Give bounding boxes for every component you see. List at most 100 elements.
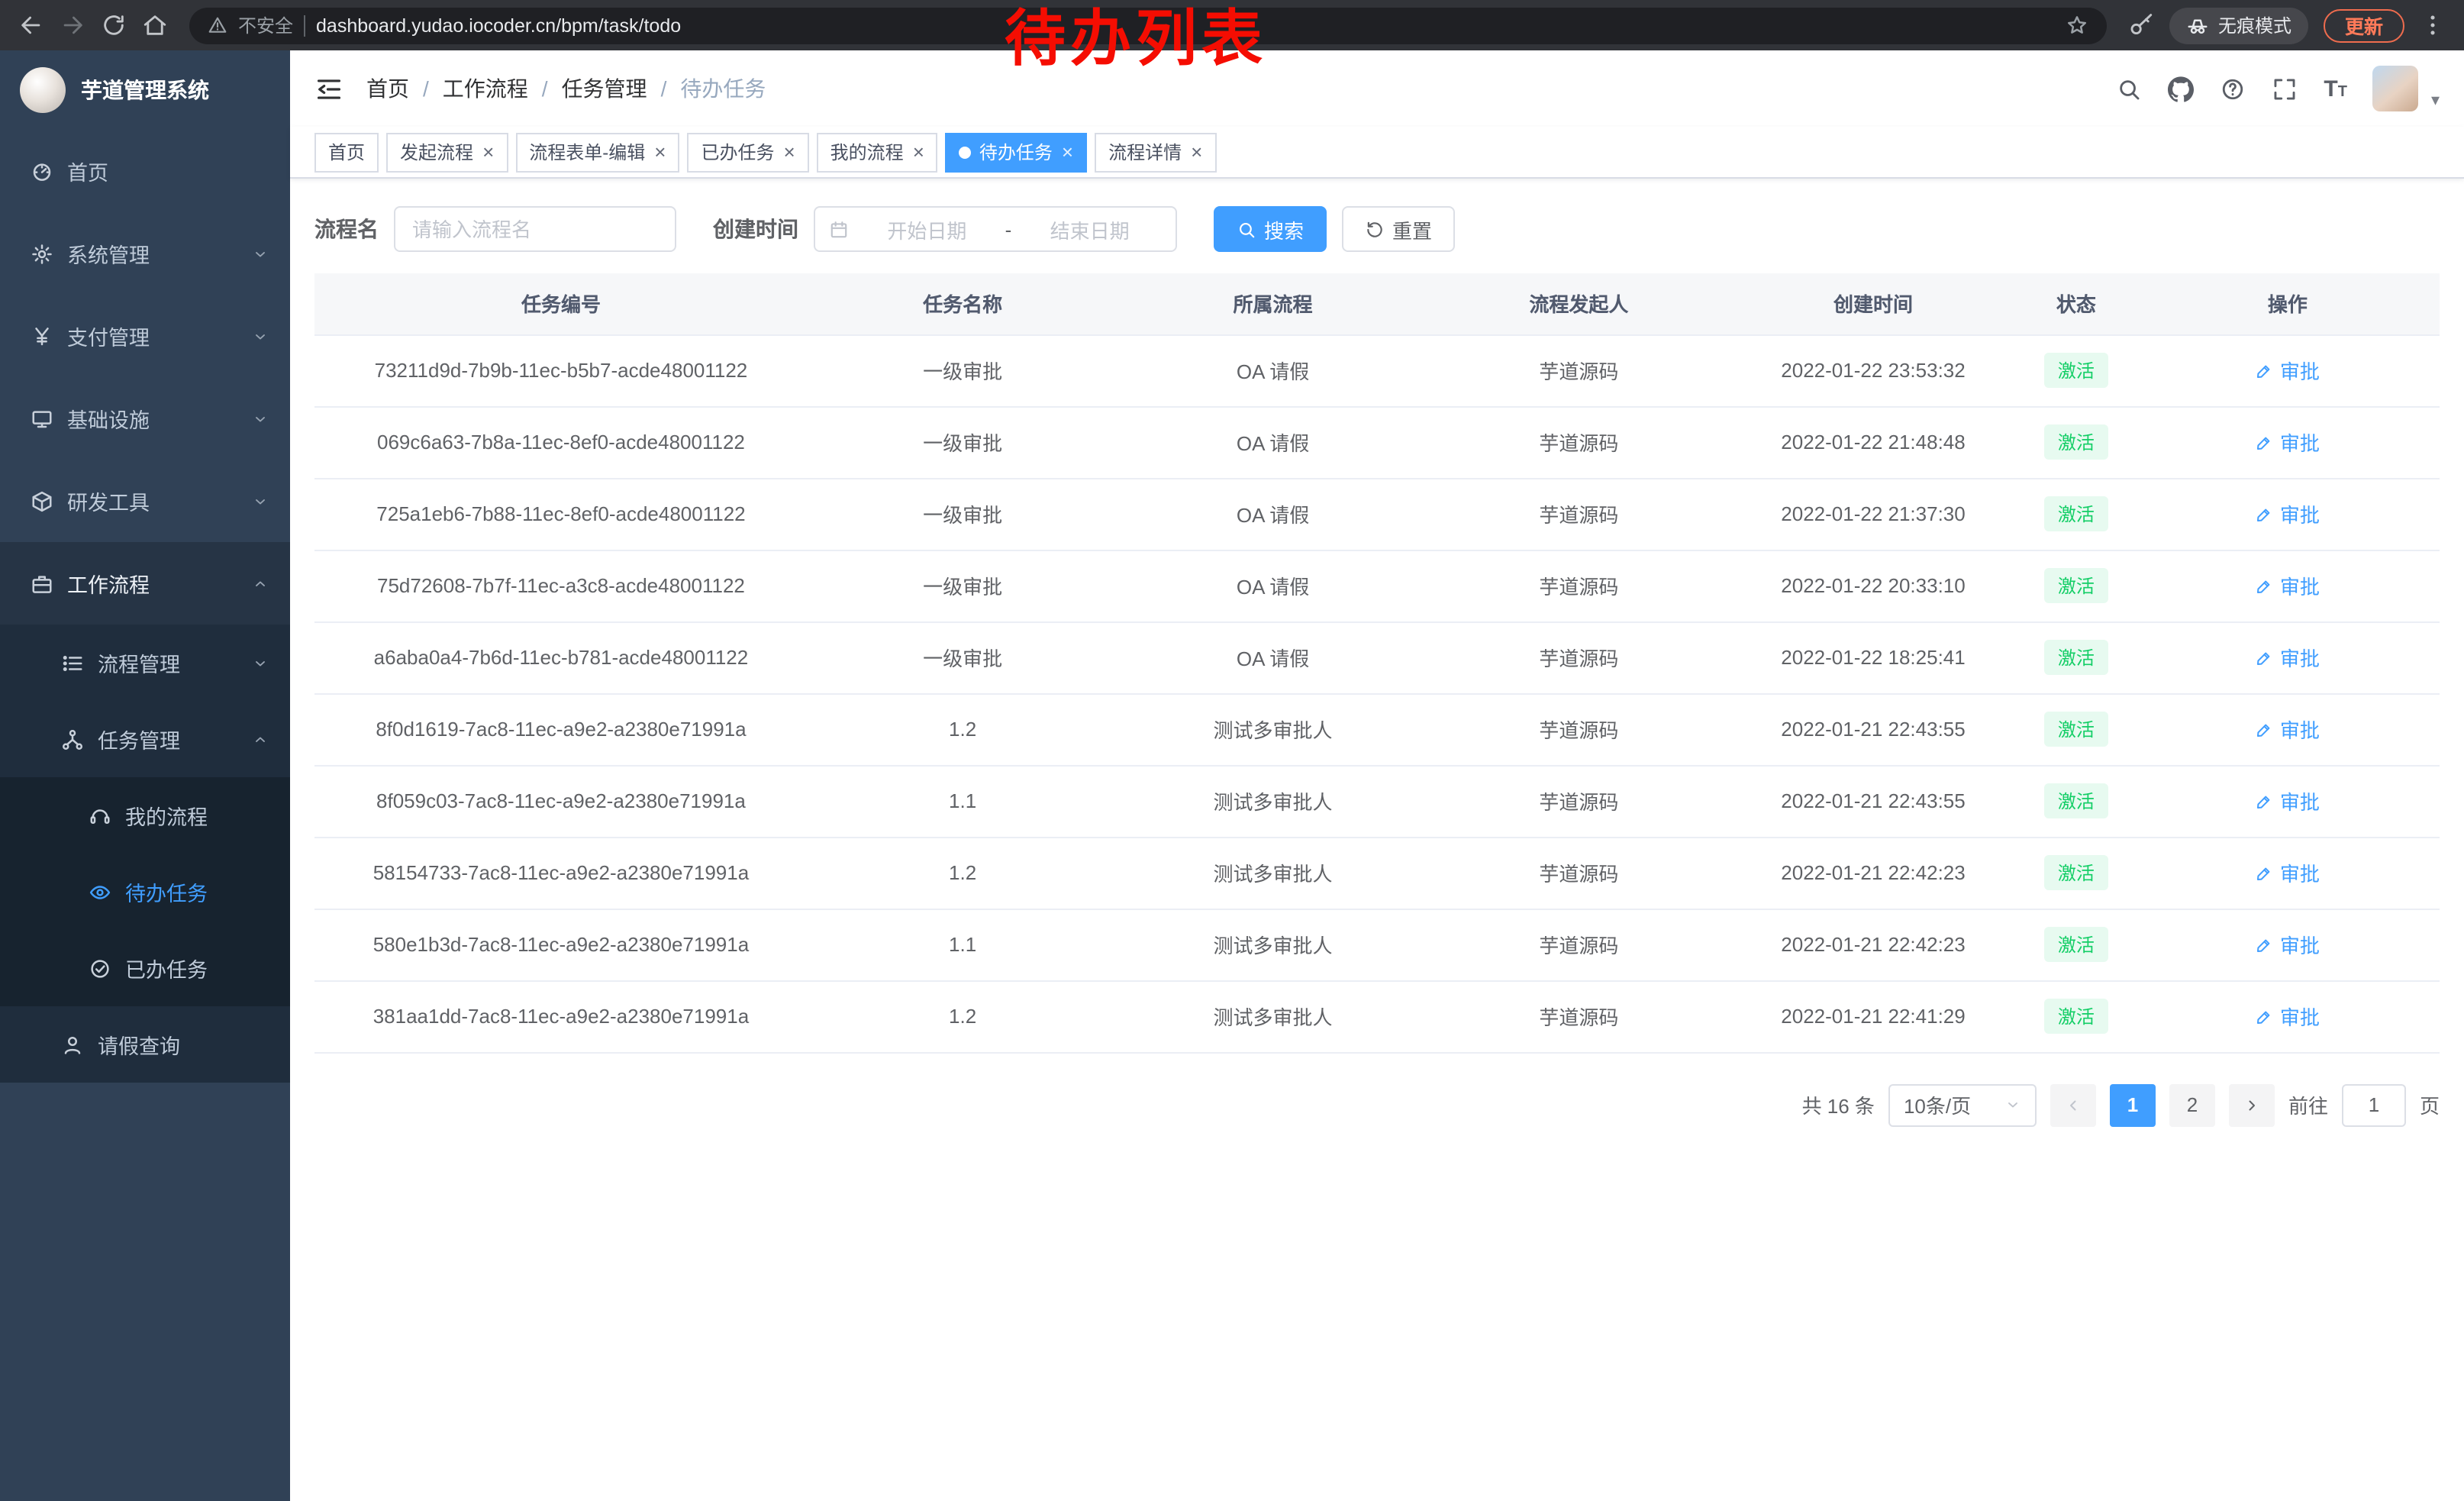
page-unit-label: 页: [2420, 1090, 2440, 1119]
address-bar[interactable]: 不安全 dashboard.yudao.iocoder.cn/bpm/task/…: [189, 7, 2107, 44]
task-process-cell: OA 请假: [1118, 334, 1427, 406]
app-logo[interactable]: 芋道管理系统: [0, 50, 290, 130]
approve-link[interactable]: 审批: [2256, 571, 2320, 600]
task-time-cell: 2022-01-21 22:42:23: [1730, 837, 2017, 909]
next-page-button[interactable]: [2229, 1083, 2275, 1126]
breadcrumb-item[interactable]: 首页: [366, 73, 409, 104]
edit-icon: [2256, 648, 2274, 667]
close-icon[interactable]: ×: [1191, 142, 1202, 162]
update-chip[interactable]: 更新: [2324, 8, 2404, 42]
sidebar-item-home[interactable]: 首页: [0, 130, 290, 212]
browser-forward-icon[interactable]: [60, 12, 85, 38]
main-area: 首页/工作流程/任务管理/待办任务 TT ▾ 首页发起流程×流程表单-编辑×已办…: [290, 50, 2464, 1501]
sidebar-item-payment[interactable]: 支付管理: [0, 295, 290, 377]
bookmark-star-icon[interactable]: [2066, 14, 2088, 37]
sidebar-item-process-management[interactable]: 流程管理: [0, 625, 290, 701]
breadcrumb-item[interactable]: 任务管理: [562, 73, 647, 104]
start-date-placeholder: 开始日期: [855, 215, 999, 244]
task-starter-cell: 芋道源码: [1428, 693, 1730, 765]
approve-link[interactable]: 审批: [2256, 858, 2320, 887]
sidebar-item-system[interactable]: 系统管理: [0, 212, 290, 295]
password-key-icon[interactable]: [2128, 12, 2154, 38]
approve-link[interactable]: 审批: [2256, 930, 2320, 959]
close-icon[interactable]: ×: [482, 142, 494, 162]
prev-page-button[interactable]: [2050, 1083, 2096, 1126]
close-icon[interactable]: ×: [783, 142, 795, 162]
font-size-icon[interactable]: TT: [2324, 77, 2347, 100]
status-badge: 激活: [2044, 496, 2108, 531]
view-tab[interactable]: 流程表单-编辑×: [515, 132, 679, 172]
breadcrumb-item[interactable]: 工作流程: [443, 73, 528, 104]
search-button-label: 搜索: [1264, 215, 1304, 244]
browser-back-icon[interactable]: [18, 12, 44, 38]
approve-link[interactable]: 审批: [2256, 428, 2320, 457]
approve-link[interactable]: 审批: [2256, 786, 2320, 815]
approve-label: 审批: [2280, 715, 2320, 744]
status-badge: 激活: [2044, 927, 2108, 962]
sidebar-item-infrastructure[interactable]: 基础设施: [0, 377, 290, 460]
github-icon[interactable]: [2168, 76, 2194, 102]
approve-link[interactable]: 审批: [2256, 715, 2320, 744]
sidebar-item-my-process[interactable]: 我的流程: [0, 777, 290, 854]
status-cell: 激活: [2017, 550, 2136, 621]
goto-page-input[interactable]: [2342, 1083, 2406, 1126]
search-button[interactable]: 搜索: [1214, 206, 1327, 252]
task-process-cell: OA 请假: [1118, 406, 1427, 478]
help-icon[interactable]: [2220, 76, 2246, 102]
task-time-cell: 2022-01-21 22:43:55: [1730, 693, 2017, 765]
sidebar-item-label: 支付管理: [67, 321, 238, 351]
fullscreen-icon[interactable]: [2272, 76, 2298, 102]
view-tab[interactable]: 待办任务×: [946, 132, 1087, 172]
close-icon[interactable]: ×: [654, 142, 666, 162]
task-time-cell: 2022-01-21 22:41:29: [1730, 980, 2017, 1052]
view-tab[interactable]: 发起流程×: [386, 132, 508, 172]
page-size-select[interactable]: 10条/页: [1888, 1083, 2037, 1126]
search-icon[interactable]: [2116, 76, 2142, 102]
close-icon[interactable]: ×: [1062, 142, 1073, 162]
process-name-input[interactable]: [394, 206, 676, 252]
sidebar-item-dev-tools[interactable]: 研发工具: [0, 460, 290, 542]
filter-form: 流程名 创建时间 开始日期 - 结束日期 搜索 重: [314, 206, 2440, 252]
address-bar-divider: [304, 15, 305, 36]
browser-reload-icon[interactable]: [101, 12, 127, 38]
search-icon: [1237, 219, 1256, 239]
url-text: dashboard.yudao.iocoder.cn/bpm/task/todo: [316, 15, 2055, 36]
page-number-1[interactable]: 1: [2110, 1083, 2156, 1126]
sidebar-collapse-icon[interactable]: [314, 74, 343, 103]
sidebar-item-workflow[interactable]: 工作流程: [0, 542, 290, 625]
browser-menu-icon[interactable]: [2420, 12, 2446, 38]
task-name-cell: 一级审批: [808, 550, 1118, 621]
date-range-picker[interactable]: 开始日期 - 结束日期: [814, 206, 1177, 252]
table-row: 580e1b3d-7ac8-11ec-a9e2-a2380e71991a1.1测…: [314, 909, 2440, 980]
sidebar-item-todo-tasks[interactable]: 待办任务: [0, 854, 290, 930]
view-tab[interactable]: 首页: [314, 132, 379, 172]
view-tab[interactable]: 已办任务×: [687, 132, 808, 172]
calendar-icon: [829, 219, 849, 239]
end-date-placeholder: 结束日期: [1018, 215, 1162, 244]
chevron-up-icon: [252, 731, 269, 747]
reset-button[interactable]: 重置: [1342, 206, 1455, 252]
approve-link[interactable]: 审批: [2256, 356, 2320, 385]
approve-label: 审批: [2280, 356, 2320, 385]
user-avatar[interactable]: [2373, 66, 2419, 111]
sidebar-item-task-management[interactable]: 任务管理: [0, 701, 290, 777]
action-cell: 审批: [2136, 334, 2440, 406]
sidebar-item-done-tasks[interactable]: 已办任务: [0, 930, 290, 1006]
approve-link[interactable]: 审批: [2256, 1002, 2320, 1031]
edit-icon: [2256, 433, 2274, 451]
task-process-cell: OA 请假: [1118, 550, 1427, 621]
approve-link[interactable]: 审批: [2256, 643, 2320, 672]
sidebar-item-label: 请假查询: [98, 1029, 269, 1060]
not-secure-warning-icon[interactable]: [208, 15, 227, 35]
view-tab[interactable]: 流程详情×: [1095, 132, 1216, 172]
view-tab[interactable]: 我的流程×: [817, 132, 938, 172]
approve-link[interactable]: 审批: [2256, 499, 2320, 528]
close-icon[interactable]: ×: [913, 142, 924, 162]
page-number-2[interactable]: 2: [2169, 1083, 2215, 1126]
chevron-down-icon: [252, 245, 269, 262]
task-starter-cell: 芋道源码: [1428, 550, 1730, 621]
browser-home-icon[interactable]: [142, 12, 168, 38]
sidebar-item-leave-query[interactable]: 请假查询: [0, 1006, 290, 1083]
chevron-down-icon: [252, 328, 269, 344]
sidebar-item-label: 系统管理: [67, 238, 238, 269]
